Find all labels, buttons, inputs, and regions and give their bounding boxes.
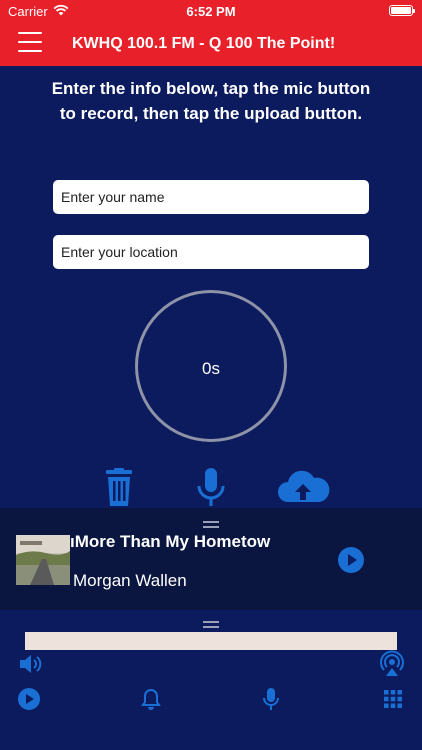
mic-icon[interactable] (262, 687, 280, 711)
play-button[interactable] (338, 547, 364, 573)
grid-icon[interactable] (384, 690, 402, 708)
drag-handle[interactable] (203, 521, 219, 528)
name-field[interactable] (53, 180, 369, 214)
play-icon (26, 694, 34, 704)
status-bar: Carrier 6:52 PM (0, 0, 422, 22)
trash-icon[interactable] (104, 468, 134, 508)
location-field[interactable] (53, 235, 369, 269)
track-title: ıMore Than My Hometow (70, 532, 271, 551)
airplay-icon[interactable] (378, 650, 406, 678)
drag-handle[interactable] (203, 621, 219, 628)
bell-icon[interactable] (141, 688, 161, 710)
timer-value: 0s (202, 359, 220, 378)
page-title: KWHQ 100.1 FM - Q 100 The Point! (72, 35, 336, 52)
app-root: Carrier 6:52 PM KWHQ 100.1 FM - Q 100 Th… (0, 0, 422, 750)
app-header: KWHQ 100.1 FM - Q 100 The Point! (0, 22, 422, 66)
banner-strip (25, 632, 397, 650)
record-timer: 0s (135, 290, 287, 442)
track-artist: Morgan Wallen (73, 571, 187, 590)
battery-icon (389, 5, 415, 16)
instructions-text: Enter the info below, tap the mic button… (51, 79, 371, 123)
mic-icon[interactable] (195, 466, 227, 510)
menu-icon (18, 32, 42, 52)
upload-cloud-icon[interactable] (276, 468, 330, 508)
play-icon (348, 554, 357, 566)
player-panel (0, 610, 422, 750)
menu-button[interactable] (18, 32, 42, 56)
clock: 6:52 PM (186, 4, 236, 19)
volume-icon[interactable] (18, 652, 44, 676)
album-art (16, 535, 70, 585)
tab-play[interactable] (18, 688, 40, 710)
now-playing-bar[interactable]: ıMore Than My Hometow Morgan Wallen (0, 508, 422, 610)
